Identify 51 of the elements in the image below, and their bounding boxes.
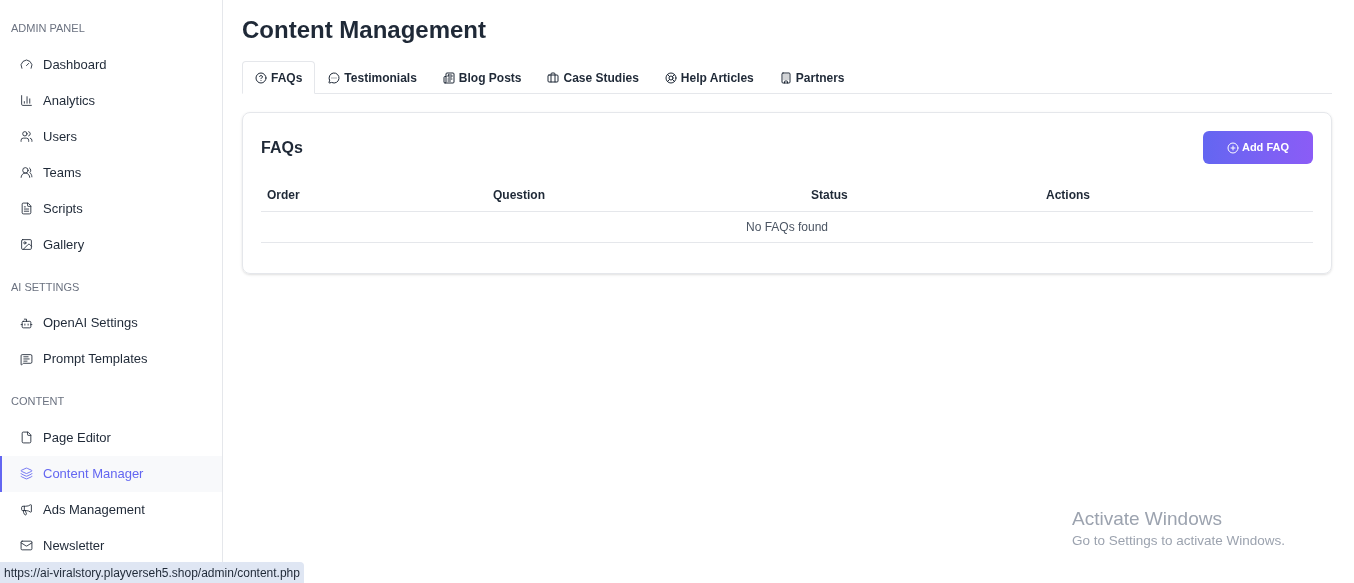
sidebar-item[interactable]: Page Editor [0,419,222,456]
section-heading: ADMIN PANEL [10,21,86,36]
sidebar-item[interactable]: OpenAI Settings [0,305,222,341]
sidebar-item[interactable]: Analytics [0,82,222,119]
bar-chart-icon [20,94,33,107]
tab[interactable]: Help Articles [651,61,767,94]
sidebar-item[interactable]: Scripts [0,190,222,227]
building-icon [779,71,792,84]
column-header: Status [811,187,848,202]
sidebar-item[interactable]: Newsletter [0,527,222,564]
layers-icon [20,467,33,480]
tab[interactable]: Partners [766,61,858,94]
sidebar-item[interactable]: Users [0,118,222,155]
empty-message: No FAQs found [745,219,828,236]
megaphone-icon [20,503,33,516]
sidebar-item[interactable]: Gallery [0,226,222,263]
page-icon [20,431,33,444]
status-url: https://ai-viralstory.playverseh5.shop/admin/content.php [0,562,304,583]
robot-icon [20,316,33,330]
activation-title: Activate Windows [1072,507,1223,531]
section-heading: CONTENT [10,394,66,409]
briefcase-icon [547,71,560,84]
people-icon [20,166,33,179]
mail-icon [20,539,33,552]
sidebar-item[interactable]: Prompt Templates [0,341,222,377]
activation-subtitle: Go to Settings to activate Windows. [1072,531,1286,550]
section-heading: AI SETTINGS [10,279,81,295]
plus-icon [1226,141,1239,154]
tab[interactable]: Blog Posts [429,61,535,94]
lifebuoy-icon [664,71,677,84]
sidebar-item[interactable]: Dashboard [0,46,222,83]
sidebar-item[interactable]: Teams [0,154,222,191]
card-title: FAQs [261,137,303,158]
document-icon [20,202,33,215]
sidebar-item[interactable]: Ads Management [0,491,222,528]
tab[interactable]: Case Studies [534,61,652,94]
newspaper-icon [442,71,455,84]
page-title: Content Management [242,15,487,45]
tab[interactable]: Testimonials [315,61,430,94]
sidebar-item[interactable]: Content Manager [0,455,222,492]
gauge-icon [20,58,33,71]
message-icon [20,352,33,366]
users-icon [20,130,33,143]
add-button[interactable]: Add FAQ [1202,131,1313,164]
tab[interactable]: FAQs [242,61,316,94]
chat-icon [328,71,341,84]
column-header: Actions [1046,187,1090,202]
column-header: Question [493,187,545,202]
image-icon [20,238,33,251]
column-header: Order [267,187,300,202]
help-icon [255,71,267,84]
